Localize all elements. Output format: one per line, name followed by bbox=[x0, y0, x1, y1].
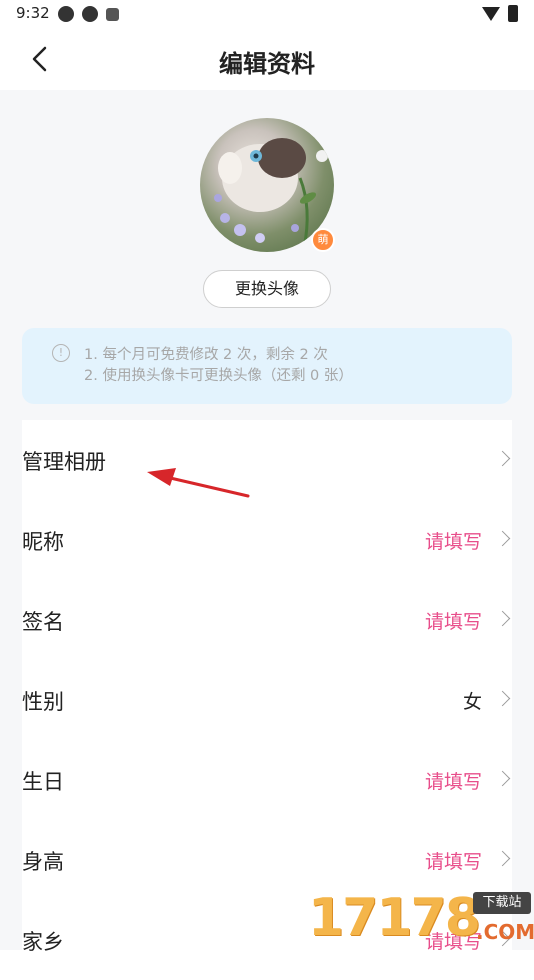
avatar-notice: ! 1. 每个月可免费修改 2 次，剩余 2 次 2. 使用换头像卡可更换头像（… bbox=[22, 328, 512, 404]
page-title: 编辑资料 bbox=[219, 50, 315, 78]
row-birthday[interactable]: 生日 请填写 bbox=[22, 740, 512, 820]
row-value: 请填写 bbox=[424, 611, 482, 633]
avatar-badge: 萌 bbox=[311, 228, 335, 252]
notice-line: 1. 每个月可免费修改 2 次，剩余 2 次 bbox=[84, 347, 328, 363]
profile-fields-list: 管理相册 昵称 请填写 签名 请填写 性别 女 生日 请填写 身高 请填写 家乡… bbox=[22, 420, 512, 960]
row-label: 性别 bbox=[22, 690, 64, 714]
chevron-right-icon bbox=[494, 610, 511, 627]
row-label: 昵称 bbox=[22, 530, 64, 554]
app-notification-icon bbox=[106, 8, 119, 21]
row-value: 请填写 bbox=[424, 851, 482, 873]
watermark-tag: 下载站 bbox=[473, 892, 531, 914]
chevron-right-icon bbox=[494, 530, 511, 547]
row-value: 女 bbox=[462, 691, 482, 713]
nav-bar: 编辑资料 bbox=[0, 28, 534, 90]
row-signature[interactable]: 签名 请填写 bbox=[22, 580, 512, 660]
row-nickname[interactable]: 昵称 请填写 bbox=[22, 500, 512, 580]
watermark: 17178 下载站 .COM bbox=[308, 888, 534, 950]
battery-icon bbox=[508, 5, 518, 22]
wifi-icon bbox=[482, 6, 500, 21]
chevron-right-icon bbox=[494, 850, 511, 867]
status-time: 9:32 bbox=[16, 4, 50, 22]
chevron-right-icon bbox=[494, 450, 511, 467]
row-label: 家乡 bbox=[22, 930, 64, 954]
avatar-section: 萌 bbox=[200, 118, 335, 252]
row-label: 生日 bbox=[22, 770, 64, 794]
edit-profile-content: 萌 更换头像 ! 1. 每个月可免费修改 2 次，剩余 2 次 2. 使用换头像… bbox=[0, 90, 534, 960]
change-avatar-button[interactable]: 更换头像 bbox=[203, 270, 331, 308]
row-manage-album[interactable]: 管理相册 bbox=[22, 420, 512, 500]
app-notification-icon bbox=[58, 6, 74, 22]
row-gender[interactable]: 性别 女 bbox=[22, 660, 512, 740]
row-label: 签名 bbox=[22, 610, 64, 634]
notice-line: 2. 使用换头像卡可更换头像（还剩 0 张） bbox=[84, 368, 353, 384]
row-label: 管理相册 bbox=[22, 450, 106, 474]
row-value: 请填写 bbox=[424, 771, 482, 793]
status-bar: 9:32 bbox=[0, 0, 534, 28]
chevron-right-icon bbox=[494, 770, 511, 787]
row-value: 请填写 bbox=[424, 531, 482, 553]
watermark-domain: .COM bbox=[476, 920, 534, 944]
app-notification-icon bbox=[82, 6, 98, 22]
watermark-number: 17178 bbox=[308, 888, 481, 948]
notification-icons bbox=[58, 6, 119, 22]
system-icons bbox=[482, 5, 518, 22]
row-label: 身高 bbox=[22, 850, 64, 874]
chevron-right-icon bbox=[494, 690, 511, 707]
info-icon: ! bbox=[52, 344, 70, 362]
